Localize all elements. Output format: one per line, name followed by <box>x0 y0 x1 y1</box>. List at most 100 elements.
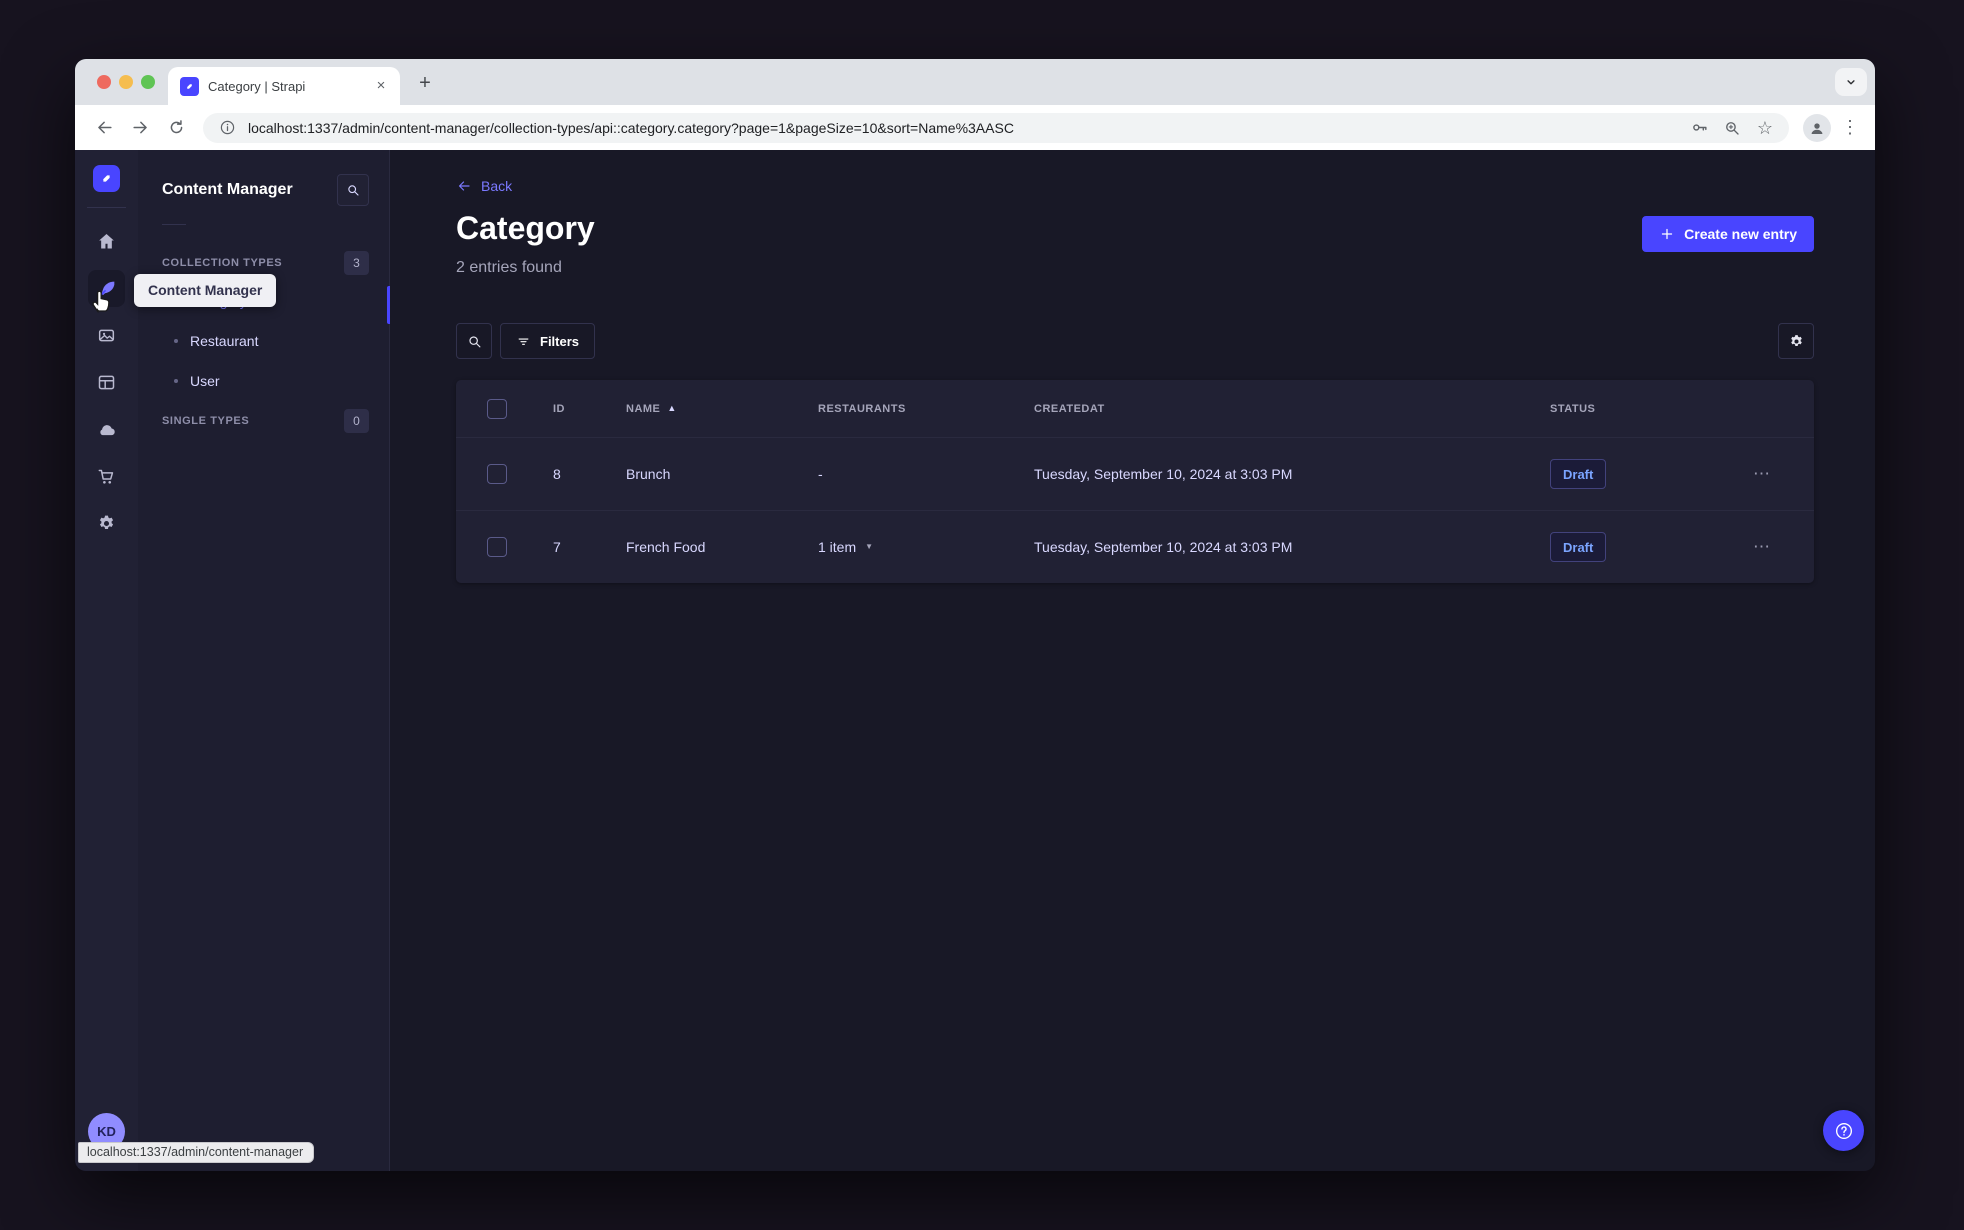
gear-icon <box>1790 334 1802 346</box>
layout-icon <box>98 375 115 390</box>
content-type-builder-nav-button[interactable] <box>88 364 125 401</box>
url-text: localhost:1337/admin/content-manager/col… <box>248 119 1014 136</box>
browser-window: Category | Strapi × + localhost:1337/adm… <box>75 59 1875 1171</box>
search-icon <box>348 185 359 196</box>
column-header-id: ID <box>553 402 565 415</box>
status-badge: Draft <box>1550 532 1607 562</box>
zoom-icon[interactable] <box>1720 116 1744 140</box>
entries-table: ID NAME ▲ RESTAURANTS CREATEDAT STATUS 8… <box>456 380 1814 583</box>
table-row[interactable]: 7 French Food 1 item ▼ Tuesday, Septembe… <box>456 510 1814 583</box>
home-icon <box>99 233 114 249</box>
main-nav-rail: KD <box>75 150 138 1171</box>
tab-close-icon[interactable]: × <box>372 77 390 95</box>
subnav-item-label: User <box>190 373 220 389</box>
window-close-button[interactable] <box>97 75 111 89</box>
cell-restaurants: - <box>818 466 823 482</box>
cell-restaurants-dropdown[interactable]: 1 item ▼ <box>818 539 1034 555</box>
reload-icon <box>170 120 182 134</box>
gear-icon <box>99 515 114 530</box>
browser-profile-button[interactable] <box>1803 113 1831 142</box>
marketplace-nav-button[interactable] <box>88 458 125 495</box>
browser-menu-button[interactable]: ⋮ <box>1837 117 1863 138</box>
cell-name: Brunch <box>626 466 671 482</box>
subnav-title: Content Manager <box>162 181 293 198</box>
filters-button[interactable]: Filters <box>500 323 596 359</box>
question-mark-icon <box>1835 1122 1852 1139</box>
chevron-down-icon <box>1847 80 1855 85</box>
row-actions-button[interactable]: ⋯ <box>1753 464 1771 484</box>
table-header-row: ID NAME ▲ RESTAURANTS CREATEDAT STATUS <box>456 380 1814 437</box>
browser-tab-strip: Category | Strapi × + <box>75 59 1875 105</box>
cloud-nav-button[interactable] <box>88 411 125 448</box>
window-zoom-button[interactable] <box>141 75 155 89</box>
status-bar: localhost:1337/admin/content-manager <box>78 1142 315 1163</box>
traffic-lights <box>97 75 155 89</box>
password-key-icon[interactable] <box>1687 116 1711 140</box>
table-search-button[interactable] <box>456 323 492 359</box>
rail-divider <box>87 207 126 208</box>
reload-button[interactable] <box>159 112 193 144</box>
browser-tab[interactable]: Category | Strapi × <box>168 67 400 105</box>
subnav-item-restaurant[interactable]: Restaurant <box>138 321 389 361</box>
filter-icon <box>518 337 529 345</box>
search-icon <box>468 335 480 347</box>
browser-toolbar: localhost:1337/admin/content-manager/col… <box>75 105 1875 150</box>
strapi-favicon-icon <box>180 76 199 96</box>
strapi-logo[interactable] <box>93 165 120 192</box>
subnav-search-button[interactable] <box>337 174 369 206</box>
column-header-name[interactable]: NAME ▲ <box>626 403 818 415</box>
cell-id: 7 <box>553 539 561 555</box>
row-checkbox[interactable] <box>487 464 507 484</box>
cell-createdat: Tuesday, September 10, 2024 at 3:03 PM <box>1034 466 1293 482</box>
tab-title: Category | Strapi <box>208 78 306 94</box>
section-label-collection-types: COLLECTION TYPES <box>162 257 283 269</box>
table-settings-button[interactable] <box>1778 323 1814 359</box>
arrow-left-icon <box>97 121 112 134</box>
media-library-nav-button[interactable] <box>88 317 125 354</box>
cell-id: 8 <box>553 466 561 482</box>
plus-icon <box>1662 228 1673 240</box>
section-label-single-types: SINGLE TYPES <box>162 415 250 427</box>
bookmark-star-icon[interactable]: ☆ <box>1753 116 1777 140</box>
strapi-logo-icon <box>103 175 110 182</box>
forward-button[interactable] <box>123 112 157 144</box>
help-button[interactable] <box>1823 1110 1864 1151</box>
sort-asc-icon: ▲ <box>667 403 677 413</box>
window-minimize-button[interactable] <box>119 75 133 89</box>
row-checkbox[interactable] <box>487 537 507 557</box>
active-item-indicator <box>387 286 390 324</box>
site-info-icon[interactable] <box>215 116 239 140</box>
caret-down-icon: ▼ <box>865 542 874 551</box>
content-manager-tooltip: Content Manager <box>134 274 277 307</box>
desktop: { "browser": { "tab": { "title": "Catego… <box>0 0 1964 1230</box>
row-actions-button[interactable]: ⋯ <box>1753 537 1771 557</box>
subnav-item-user[interactable]: User <box>138 361 389 401</box>
table-row[interactable]: 8 Brunch - Tuesday, September 10, 2024 a… <box>456 437 1814 510</box>
create-new-entry-button[interactable]: Create new entry <box>1642 216 1814 252</box>
pen-icon <box>99 281 114 296</box>
url-bar[interactable]: localhost:1337/admin/content-manager/col… <box>203 112 1789 143</box>
images-icon <box>98 329 115 342</box>
single-types-count-badge: 0 <box>344 409 369 433</box>
home-nav-button[interactable] <box>88 223 125 260</box>
content-manager-nav-button[interactable] <box>88 270 125 307</box>
cell-createdat: Tuesday, September 10, 2024 at 3:03 PM <box>1034 539 1293 555</box>
select-all-checkbox[interactable] <box>487 398 507 419</box>
person-icon <box>1811 122 1823 134</box>
column-header-status: STATUS <box>1550 402 1596 415</box>
tab-search-button[interactable] <box>1835 68 1867 96</box>
back-button[interactable] <box>87 112 121 144</box>
page-title: Category <box>456 210 595 246</box>
settings-nav-button[interactable] <box>88 505 125 542</box>
cloud-icon <box>99 424 115 435</box>
cell-name: French Food <box>626 539 706 555</box>
new-tab-button[interactable]: + <box>412 71 438 97</box>
entries-count: 2 entries found <box>456 259 562 276</box>
main-content: Back Category Create new entry 2 entries… <box>390 150 1875 1171</box>
back-link[interactable]: Back <box>456 178 512 194</box>
shopping-cart-icon <box>98 469 114 484</box>
subnav-divider <box>162 224 186 225</box>
status-badge: Draft <box>1550 459 1607 489</box>
subnav-item-label: Restaurant <box>190 333 259 349</box>
content-manager-subnav: Content Manager COLLECTION TYPES 3 Categ… <box>134 150 390 1171</box>
